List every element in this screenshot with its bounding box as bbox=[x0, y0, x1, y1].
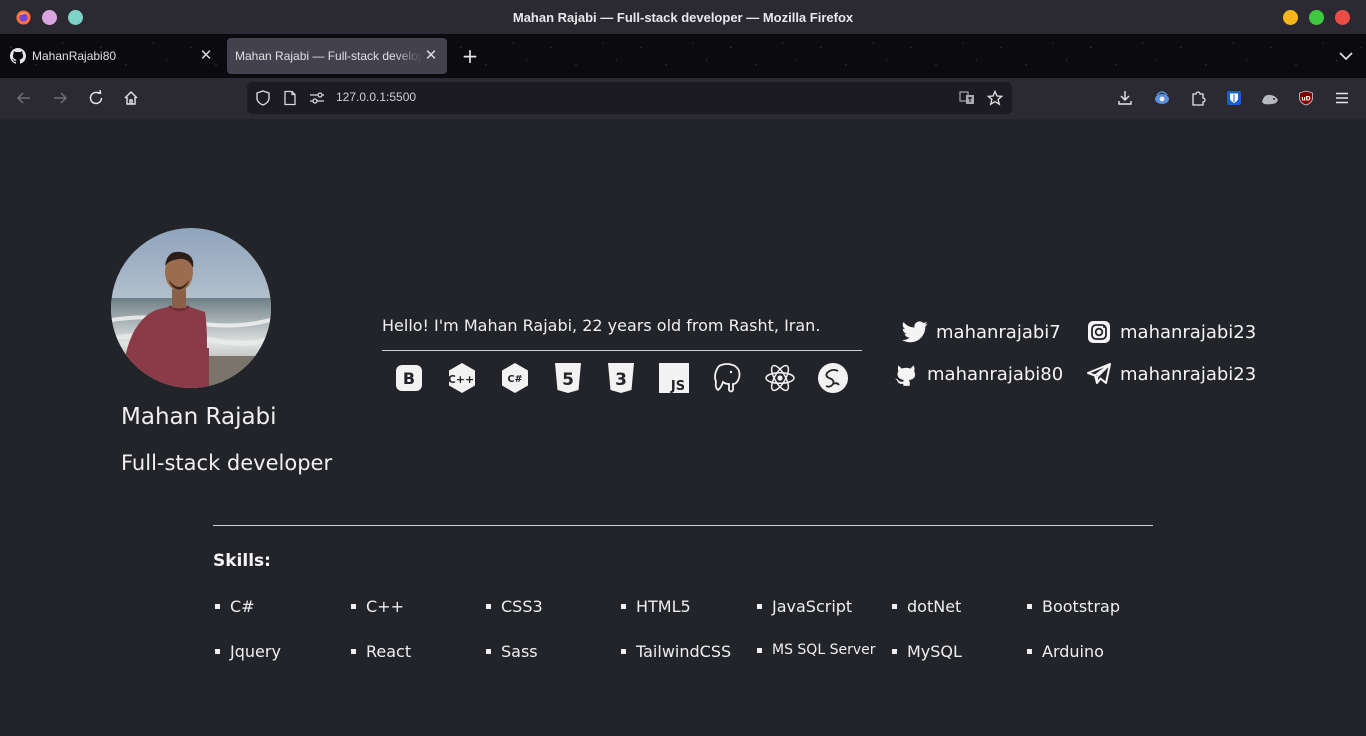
sass-icon bbox=[816, 361, 850, 395]
cpp-icon: C++ bbox=[445, 361, 479, 395]
puzzle-icon[interactable] bbox=[1189, 89, 1207, 107]
social-handle: mahanrajabi80 bbox=[927, 363, 1064, 385]
bookmark-star-icon[interactable] bbox=[987, 90, 1003, 106]
extension-eye-icon[interactable] bbox=[1153, 89, 1171, 107]
svg-text:C++: C++ bbox=[448, 373, 475, 386]
back-button[interactable] bbox=[14, 88, 34, 108]
ublock-icon[interactable]: uD bbox=[1297, 89, 1315, 107]
postgresql-icon bbox=[710, 361, 744, 395]
url-text[interactable]: 127.0.0.1:5500 bbox=[336, 90, 416, 104]
social-handle: mahanrajabi23 bbox=[1120, 363, 1257, 385]
tab-portfolio[interactable]: Mahan Rajabi — Full-stack developer ✕ bbox=[227, 38, 447, 74]
arrow-left-icon bbox=[16, 92, 30, 104]
window-controls bbox=[1283, 10, 1350, 25]
tech-icons-row: B C++ C# 5 3 JS bbox=[392, 361, 862, 395]
window-titlebar: Mahan Rajabi — Full-stack developer — Mo… bbox=[0, 0, 1366, 34]
skill-item: C++ bbox=[351, 597, 404, 616]
twitter-icon bbox=[902, 319, 928, 345]
social-telegram[interactable]: mahanrajabi23 bbox=[1086, 361, 1256, 387]
greeting-divider bbox=[382, 350, 862, 351]
tab-label: MahanRajabi80 bbox=[32, 49, 117, 63]
window-dot-2[interactable] bbox=[68, 10, 83, 25]
skill-item: Jquery bbox=[215, 642, 281, 661]
instagram-icon bbox=[1086, 319, 1112, 345]
menu-icon[interactable] bbox=[1333, 89, 1351, 107]
social-handle: mahanrajabi7 bbox=[936, 321, 1061, 343]
home-icon bbox=[124, 91, 138, 105]
section-divider bbox=[213, 525, 1153, 526]
csharp-icon: C# bbox=[498, 361, 532, 395]
telegram-icon bbox=[1086, 361, 1112, 387]
cat-extension-icon[interactable] bbox=[1261, 89, 1279, 107]
firefox-icon bbox=[16, 10, 31, 25]
svg-text:C#: C# bbox=[508, 374, 523, 385]
skill-item: CSS3 bbox=[486, 597, 543, 616]
skill-item: MySQL bbox=[892, 642, 962, 661]
skill-item: Arduino bbox=[1027, 642, 1104, 661]
reload-button[interactable] bbox=[86, 88, 106, 108]
shield-icon[interactable] bbox=[255, 90, 271, 106]
svg-text:5: 5 bbox=[562, 370, 574, 390]
minimize-button[interactable] bbox=[1283, 10, 1298, 25]
skill-item: Sass bbox=[486, 642, 538, 661]
translate-icon[interactable] bbox=[959, 90, 975, 106]
arrow-right-icon bbox=[54, 92, 68, 104]
site-permissions-icon[interactable] bbox=[309, 90, 325, 106]
skill-item: JavaScript bbox=[757, 597, 852, 616]
skill-item: TailwindCSS bbox=[621, 642, 731, 661]
javascript-icon: JS bbox=[657, 361, 691, 395]
bootstrap-icon: B bbox=[392, 361, 426, 395]
close-tab-icon[interactable]: ✕ bbox=[423, 48, 439, 64]
svg-text:JS: JS bbox=[670, 379, 685, 393]
window-left-icons bbox=[16, 10, 83, 25]
svg-text:B: B bbox=[403, 369, 415, 388]
tab-github[interactable]: MahanRajabi80 ✕ bbox=[0, 38, 222, 74]
css3-icon: 3 bbox=[604, 361, 638, 395]
skill-item: C# bbox=[215, 597, 255, 616]
svg-text:uD: uD bbox=[1301, 96, 1310, 103]
window-title: Mahan Rajabi — Full-stack developer — Mo… bbox=[512, 9, 854, 25]
profile-name: Mahan Rajabi bbox=[121, 404, 277, 430]
maximize-button[interactable] bbox=[1309, 10, 1324, 25]
svg-text:3: 3 bbox=[615, 370, 627, 390]
forward-button[interactable] bbox=[50, 88, 70, 108]
skill-item: React bbox=[351, 642, 411, 661]
profile-role: Full-stack developer bbox=[121, 451, 333, 475]
bitwarden-icon[interactable] bbox=[1225, 89, 1243, 107]
react-icon bbox=[763, 361, 797, 395]
tab-label: Mahan Rajabi — Full-stack developer bbox=[235, 49, 422, 63]
new-tab-button[interactable]: + bbox=[458, 44, 482, 68]
social-twitter[interactable]: mahanrajabi7 bbox=[902, 319, 1061, 345]
profile-photo bbox=[111, 228, 271, 388]
download-icon[interactable] bbox=[1116, 89, 1134, 107]
github-icon bbox=[893, 361, 919, 387]
close-tab-icon[interactable]: ✕ bbox=[198, 48, 214, 64]
social-handle: mahanrajabi23 bbox=[1120, 321, 1257, 343]
github-icon bbox=[10, 48, 26, 64]
skill-item: dotNet bbox=[892, 597, 961, 616]
greeting-text: Hello! I'm Mahan Rajabi, 22 years old fr… bbox=[382, 316, 821, 335]
chevron-down-icon[interactable] bbox=[1338, 46, 1354, 66]
page-content: Mahan Rajabi Full-stack developer Hello!… bbox=[0, 119, 1366, 736]
page-icon bbox=[284, 90, 296, 106]
social-github[interactable]: mahanrajabi80 bbox=[893, 361, 1063, 387]
skill-item: Bootstrap bbox=[1027, 597, 1120, 616]
window-dot-1[interactable] bbox=[42, 10, 57, 25]
url-bar[interactable]: 127.0.0.1:5500 bbox=[247, 82, 1012, 114]
skill-item: MS SQL Server bbox=[757, 642, 875, 658]
home-button[interactable] bbox=[121, 88, 141, 108]
reload-icon bbox=[89, 90, 103, 105]
skills-title: Skills: bbox=[213, 551, 271, 571]
close-window-button[interactable] bbox=[1335, 10, 1350, 25]
html5-icon: 5 bbox=[551, 361, 585, 395]
skill-item: HTML5 bbox=[621, 597, 691, 616]
social-instagram[interactable]: mahanrajabi23 bbox=[1086, 319, 1256, 345]
